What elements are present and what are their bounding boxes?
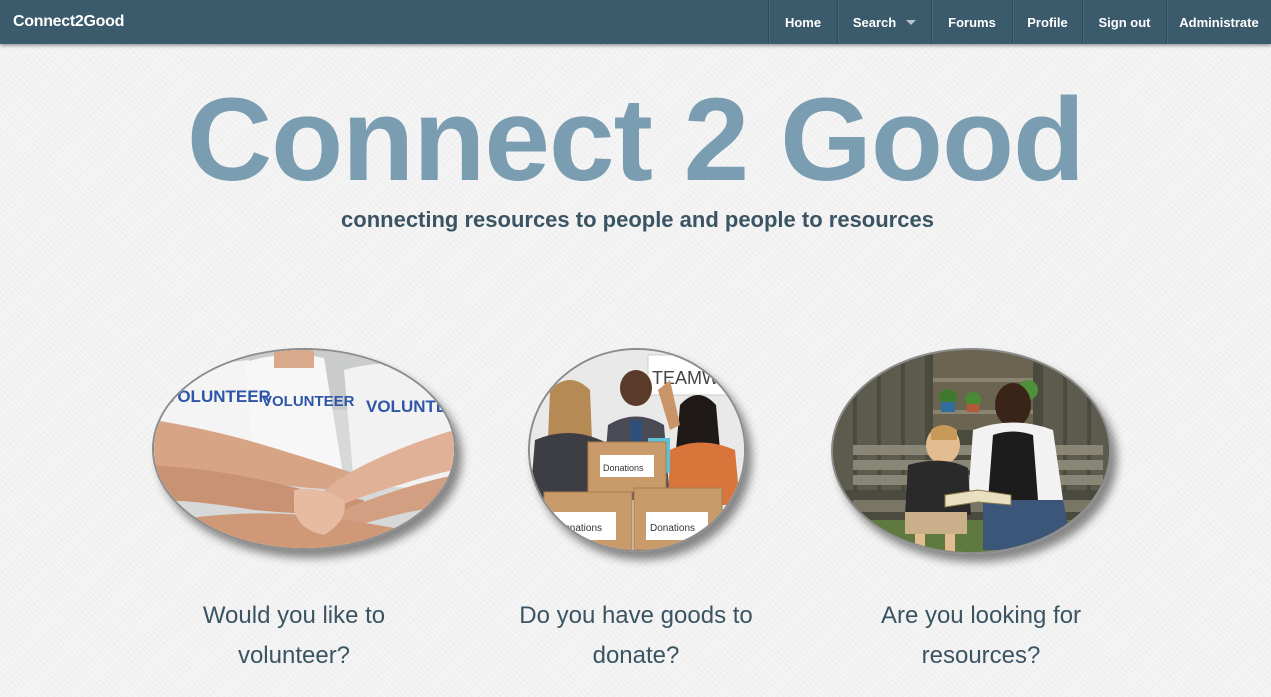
nav-sign-out-label: Sign out — [1098, 14, 1151, 30]
hero-subtitle: connecting resources to people and peopl… — [341, 207, 934, 232]
volunteer-caption[interactable]: Would you like to volunteer? — [134, 596, 454, 676]
nav-home[interactable]: Home — [768, 0, 837, 44]
brand-logo[interactable]: Connect2Good — [13, 13, 124, 31]
donation-box-label-1: Donations — [603, 463, 644, 473]
nav-search-dropdown[interactable]: Search — [837, 0, 931, 44]
resources-photo[interactable] — [831, 348, 1111, 554]
donation-box-label-2: Donations — [557, 523, 602, 534]
resources-caption[interactable]: Are you looking for resources? — [821, 596, 1141, 676]
nav-profile[interactable]: Profile — [1012, 0, 1082, 44]
donate-caption-line-1: Do you have goods to — [519, 602, 753, 629]
volunteer-caption-line-2: volunteer? — [237, 642, 351, 669]
nav-forums-label: Forums — [948, 14, 996, 30]
chevron-down-icon — [906, 20, 917, 25]
resources-caption-line-2: resources? — [921, 642, 1041, 669]
nav-search-label: Search — [852, 14, 897, 30]
nav-home-label: Home — [784, 14, 822, 30]
nav-sign-out[interactable]: Sign out — [1082, 0, 1166, 44]
donate-caption-line-2: donate? — [592, 642, 680, 669]
volunteer-shirt-text-2: VOLUNTEER — [262, 393, 355, 410]
hero-title: Connect 2 Good — [186, 74, 1085, 206]
donations-photo[interactable]: TEAMWO Donations Donations Donations — [528, 348, 746, 552]
donation-box-label-3: Donations — [650, 523, 695, 534]
volunteer-caption-line-1: Would you like to — [202, 602, 386, 629]
top-navbar: Connect2Good Home Search Forums Profile … — [0, 0, 1271, 44]
nav-administrate-label: Administrate — [1179, 14, 1259, 30]
volunteer-photo[interactable]: VOLUNTEER VOLUNTEER VOLUNTEER — [152, 348, 456, 550]
nav-forums[interactable]: Forums — [931, 0, 1012, 44]
donate-caption[interactable]: Do you have goods to donate? — [476, 596, 796, 676]
nav-profile-label: Profile — [1027, 14, 1068, 30]
nav-administrate[interactable]: Administrate — [1166, 0, 1271, 44]
resources-caption-line-1: Are you looking for — [880, 602, 1082, 629]
volunteer-shirt-text-3: VOLUNTEER — [366, 397, 454, 416]
volunteer-shirt-text-1: VOLUNTEER — [166, 387, 271, 406]
nav-menu: Home Search Forums Profile Sign out Admi… — [768, 0, 1271, 44]
